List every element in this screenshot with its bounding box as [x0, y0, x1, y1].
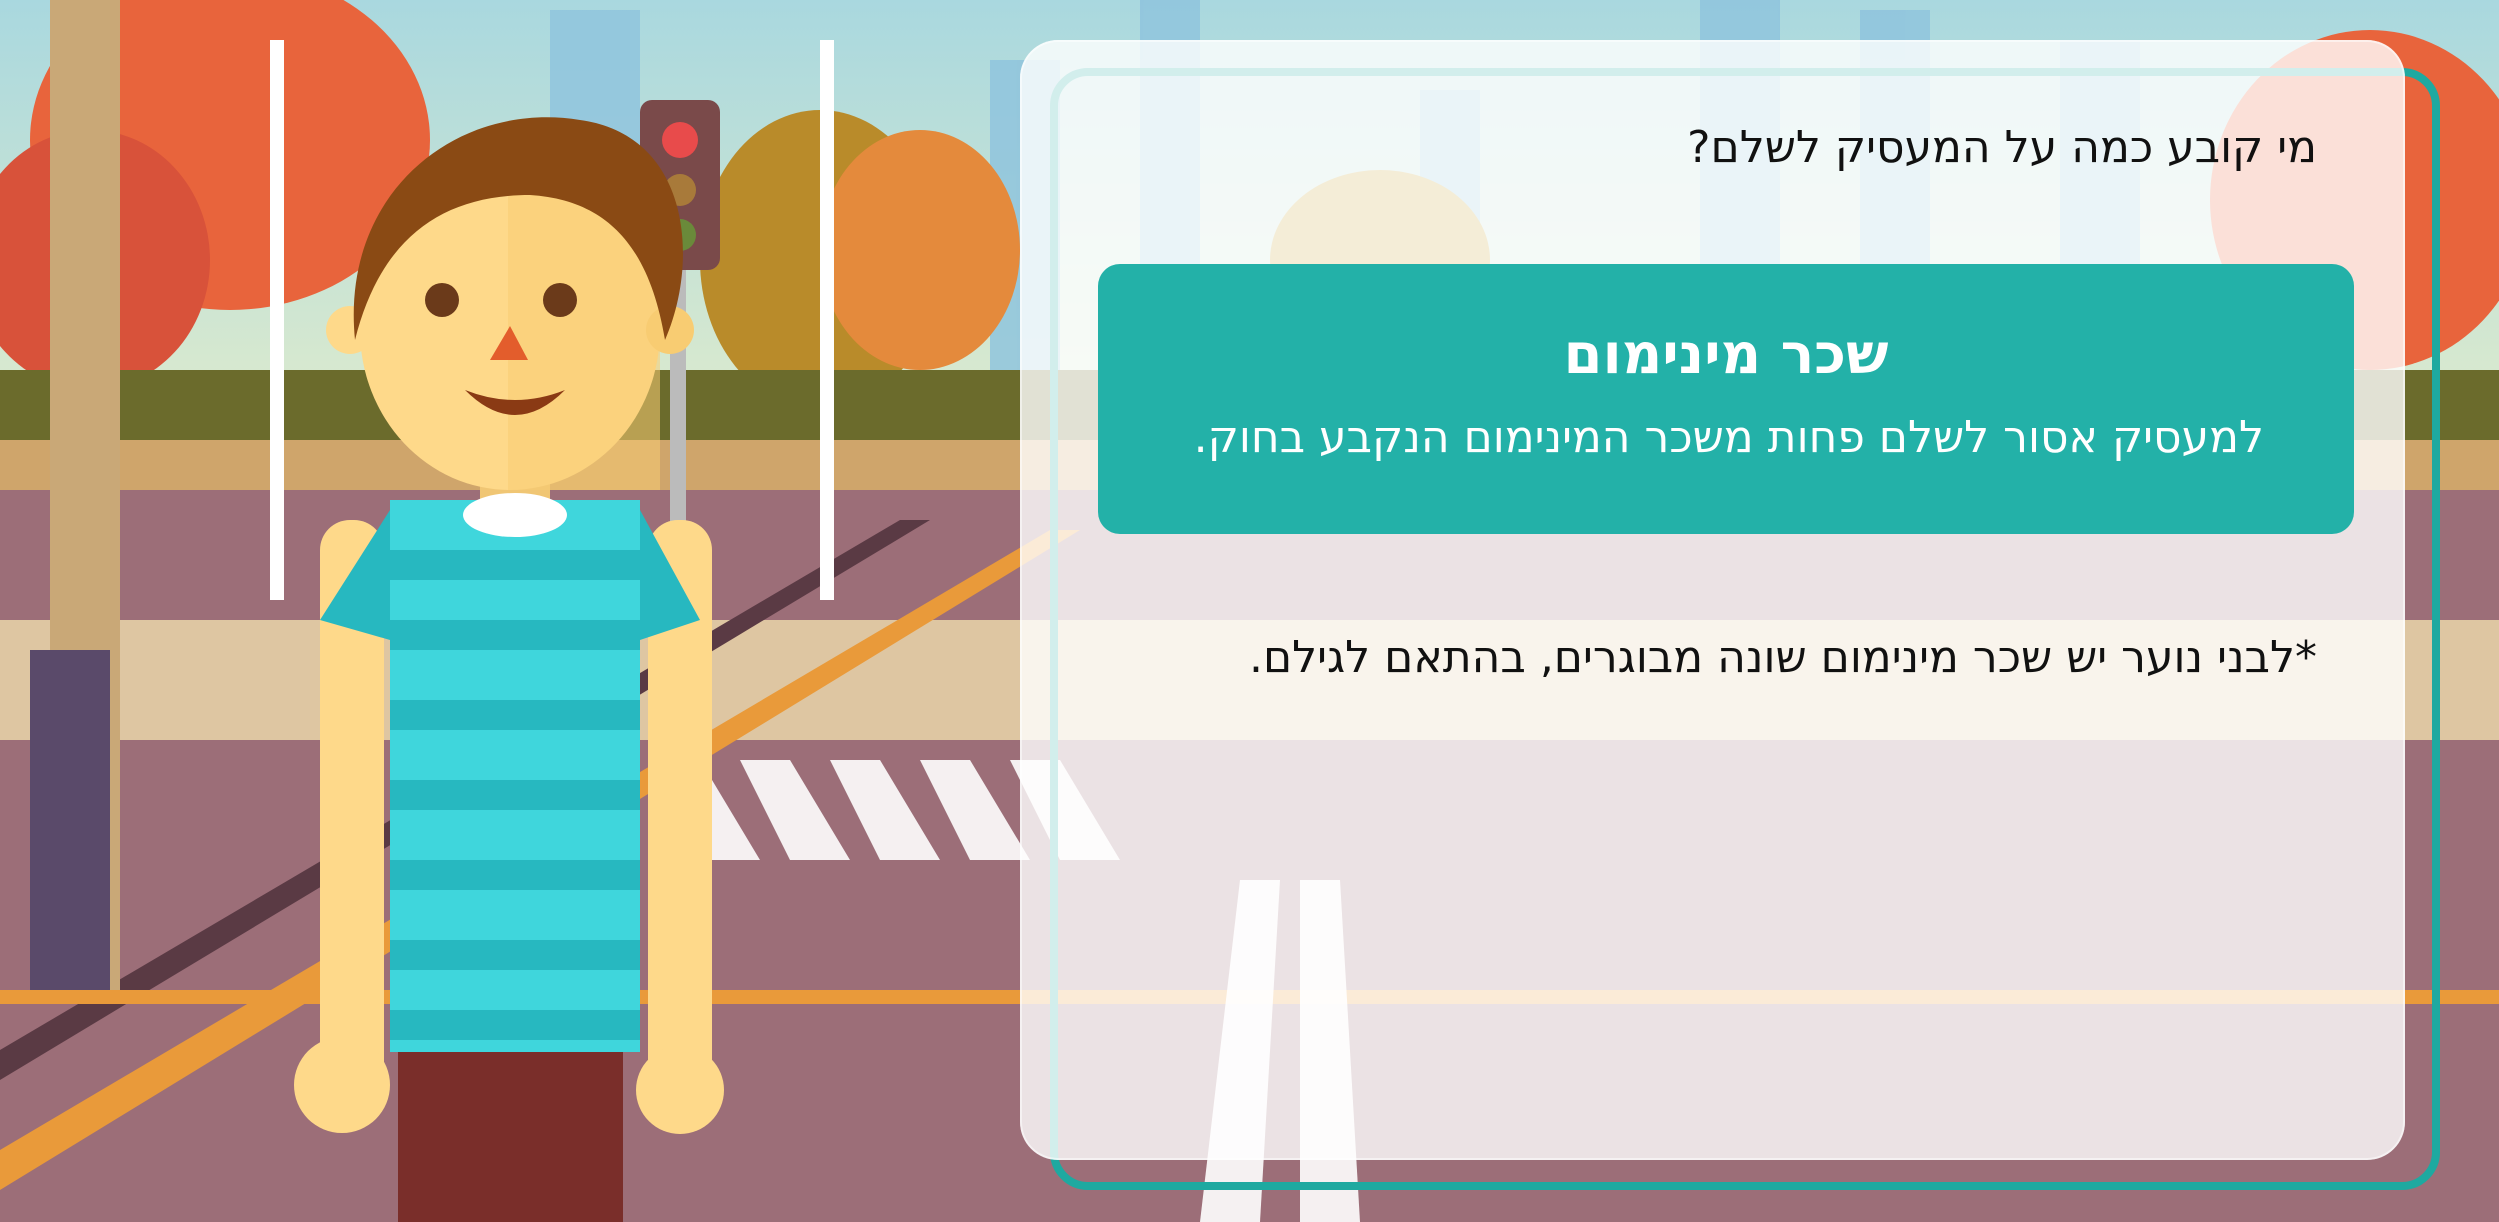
eye-left — [425, 283, 459, 317]
info-card: מי קובע כמה על המעסיק לשלם? שכר מינימום … — [1020, 40, 2405, 1160]
right-hand — [636, 1046, 724, 1134]
term-definition: למעסיק אסור לשלם פחות משכר המינימום הנקב… — [1193, 412, 2264, 463]
boy-character — [294, 117, 724, 1222]
left-hand — [294, 1037, 390, 1133]
question-text: מי קובע כמה על המעסיק לשלם? — [1687, 122, 2317, 173]
term-box: שכר מינימום למעסיק אסור לשלם פחות משכר ה… — [1098, 264, 2354, 534]
term-title: שכר מינימום — [1563, 322, 1889, 387]
pants — [398, 1040, 623, 1222]
ear-left — [326, 306, 374, 354]
eye-right — [543, 283, 577, 317]
footnote-text: *לבני נוער יש שכר מינימום שונה מבוגרים, … — [1248, 632, 2317, 683]
